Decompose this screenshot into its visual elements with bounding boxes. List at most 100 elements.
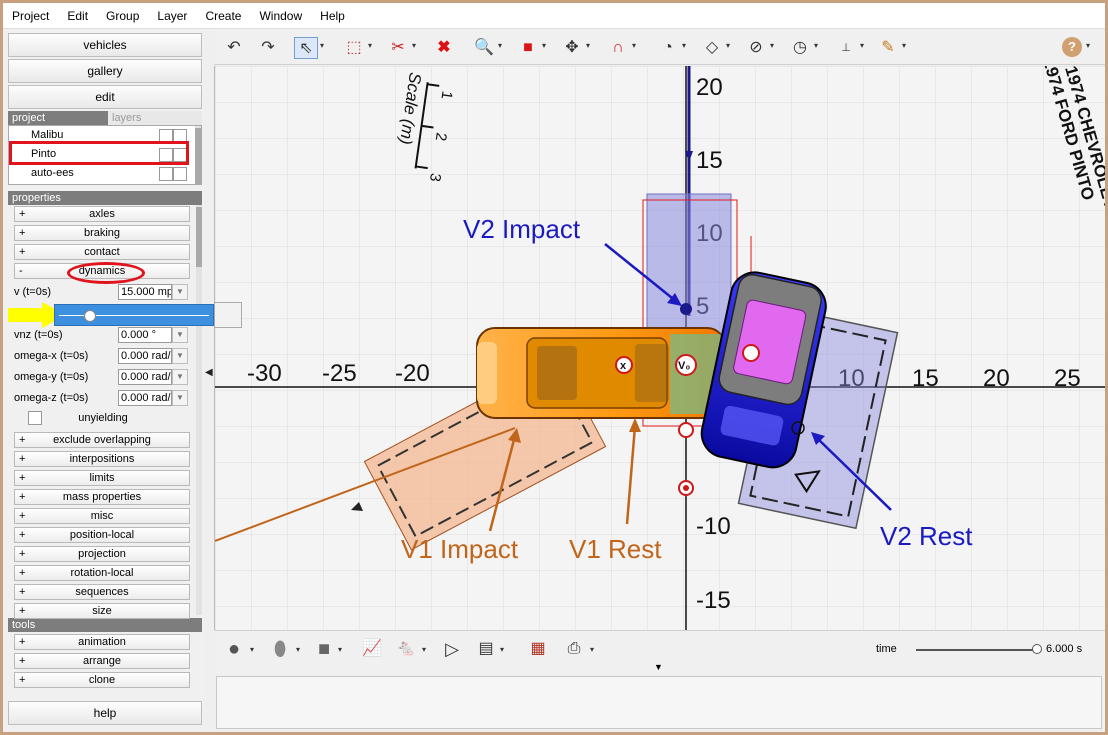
vehicles-button[interactable]: vehicles [8, 33, 202, 57]
v2-impact-label: V2 Impact [463, 214, 581, 244]
field-dropdown-icon[interactable]: ▼ [172, 327, 188, 343]
scrollbar[interactable] [195, 126, 201, 184]
field-dropdown-icon[interactable]: ▼ [172, 369, 188, 385]
tool-item[interactable]: + animation [14, 634, 190, 650]
property-group[interactable]: + projection [14, 546, 190, 562]
field-input[interactable]: 0.000 rad/s [118, 369, 172, 385]
magnet-icon[interactable]: ∩ [606, 37, 630, 59]
x-tick: -25 [322, 360, 357, 387]
scene-canvas[interactable]: -30 -25 -20 10 15 20 25 20 15 10 5 -10 -… [214, 66, 1105, 630]
x-tick: 20 [983, 365, 1010, 392]
redo-icon[interactable]: ↷ [256, 37, 280, 59]
field-label: omega-y (t=0s) [14, 371, 89, 383]
eraser-icon[interactable]: ◇ [700, 37, 724, 59]
dial-icon[interactable]: ◷ [788, 37, 812, 59]
ruler-icon[interactable]: ⊥ [834, 37, 858, 59]
cut-icon[interactable]: ✂ [386, 37, 410, 59]
left-panel: vehicles gallery edit project layers Mal… [6, 31, 204, 729]
field-dropdown-icon[interactable]: ▼ [172, 284, 188, 300]
menu-group[interactable]: Group [97, 3, 148, 29]
menu-project[interactable]: Project [3, 3, 58, 29]
properties-header: properties [8, 191, 202, 205]
tools-header: tools [8, 618, 202, 632]
field-input[interactable]: 0.000 rad/s [118, 348, 172, 364]
edit-button[interactable]: edit [8, 85, 202, 109]
panel-splitter[interactable]: ◀ [204, 31, 214, 729]
v1-impact-label: V1 Impact [401, 534, 519, 564]
report-icon[interactable]: ▦ [526, 638, 550, 660]
property-group[interactable]: + axles [14, 206, 190, 222]
menu-create[interactable]: Create [196, 3, 250, 29]
status-area [216, 676, 1102, 729]
expand-arrow-icon[interactable]: ▼ [654, 662, 663, 672]
property-group[interactable]: + mass properties [14, 489, 190, 505]
help-button[interactable]: help [8, 701, 202, 725]
tab-project[interactable]: project [12, 112, 45, 124]
y-tick: 15 [696, 147, 723, 174]
color-swatch-icon[interactable]: ■ [312, 638, 336, 660]
property-group[interactable]: + limits [14, 470, 190, 486]
time-slider[interactable] [916, 644, 1042, 654]
pencil-icon[interactable]: ✎ [876, 37, 900, 59]
menu-edit[interactable]: Edit [58, 3, 97, 29]
field-dropdown-icon[interactable]: ▼ [172, 390, 188, 406]
properties-scrollbar[interactable] [196, 205, 202, 615]
dynamics-highlight [67, 262, 145, 284]
property-group[interactable]: + size [14, 603, 190, 619]
help-icon[interactable]: ? [1062, 37, 1082, 57]
rect-select-icon[interactable]: ⬚ [342, 37, 366, 59]
field-input[interactable]: 15.000 mp [118, 284, 172, 300]
property-group[interactable]: + interpositions [14, 451, 190, 467]
y-tick: -10 [696, 513, 731, 540]
x-tick: 15 [912, 365, 939, 392]
velocity-slider-popup [8, 300, 242, 328]
play-icon[interactable]: ▷ [440, 638, 464, 660]
zoom-icon[interactable]: 🔍 [472, 37, 496, 59]
property-group[interactable]: + misc [14, 508, 190, 524]
field-label: omega-z (t=0s) [14, 392, 89, 404]
property-group[interactable]: + contact [14, 244, 190, 260]
v1-rest-label: V1 Rest [569, 534, 662, 564]
graph-icon[interactable]: 📈 [360, 638, 384, 660]
delete-icon[interactable]: ✖ [432, 37, 456, 59]
marker-node[interactable] [742, 344, 760, 362]
menu-window[interactable]: Window [250, 3, 311, 29]
property-group[interactable]: + position-local [14, 527, 190, 543]
field-label: vnz (t=0s) [14, 329, 63, 341]
menu-help[interactable]: Help [311, 3, 354, 29]
tab-layers[interactable]: layers [108, 111, 202, 125]
time-label: time [876, 643, 897, 655]
marker-node[interactable] [678, 422, 694, 438]
x-tick: 25 [1054, 365, 1081, 392]
velocity-slider-knob[interactable] [84, 310, 97, 322]
svg-text:V₀: V₀ [678, 360, 690, 372]
tool-item[interactable]: + arrange [14, 653, 190, 669]
select-icon[interactable]: ⇖ [294, 37, 318, 59]
property-group[interactable]: + sequences [14, 584, 190, 600]
property-group[interactable]: + exclude overlapping [14, 432, 190, 448]
undo-icon[interactable]: ↶ [222, 37, 246, 59]
x-tick: -30 [247, 360, 282, 387]
time-slider-knob[interactable] [1031, 644, 1042, 654]
tool-item[interactable]: + clone [14, 672, 190, 688]
property-group[interactable]: + rotation-local [14, 565, 190, 581]
gauge-icon[interactable]: ◔ [656, 37, 680, 59]
property-group[interactable]: + braking [14, 225, 190, 241]
field-input[interactable]: 0.000 rad/s [118, 390, 172, 406]
list-play-icon[interactable]: ▤ [474, 638, 498, 660]
circle-slash-icon[interactable]: ⊘ [744, 37, 768, 59]
shape-icon[interactable]: ⬮ [268, 638, 292, 660]
print-icon[interactable]: ⎙ [562, 638, 586, 660]
field-dropdown-icon[interactable]: ▼ [172, 348, 188, 364]
unyielding-label: unyielding [78, 412, 128, 424]
list-item[interactable]: auto-ees [9, 164, 201, 183]
field-input[interactable]: 0.000 ° [118, 327, 172, 343]
sphere-icon[interactable]: ● [222, 638, 246, 660]
cube-icon[interactable]: ■ [516, 37, 540, 59]
menu-layer[interactable]: Layer [148, 3, 196, 29]
move-icon[interactable]: ✥ [560, 37, 584, 59]
mouse-icon[interactable]: 🐁 [394, 638, 418, 660]
gallery-button[interactable]: gallery [8, 59, 202, 83]
collapse-arrow-icon[interactable]: ◀ [205, 367, 213, 378]
velocity-slider[interactable] [54, 304, 214, 326]
